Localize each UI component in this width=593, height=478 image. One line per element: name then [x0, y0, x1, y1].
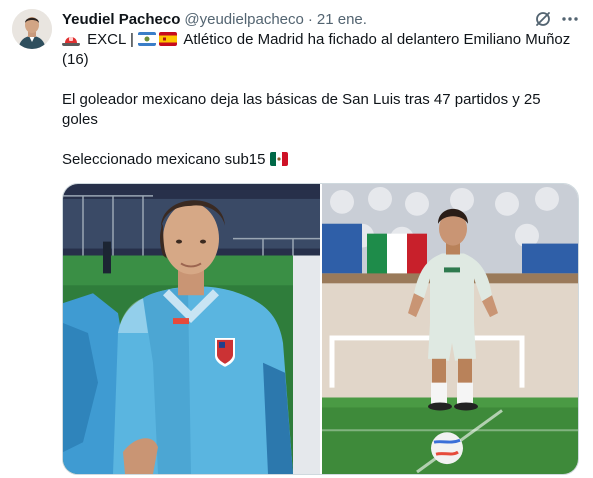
tweet-line-1: EXCL | Atlético de Madrid ha fichado al …	[62, 30, 582, 50]
siren-emoji-icon	[62, 32, 80, 46]
grok-icon[interactable]	[533, 9, 553, 29]
tweet-line-3: El goleador mexicano deja las básicas de…	[62, 91, 541, 108]
author-name[interactable]: Yeudiel Pacheco	[62, 11, 180, 28]
media-grid	[62, 183, 579, 475]
author-handle[interactable]: @yeudielpacheco	[184, 11, 303, 28]
tweet-line-4: goles	[62, 111, 98, 128]
tweet[interactable]: Yeudiel Pacheco @yeudielpacheco · 21 ene…	[0, 0, 593, 478]
avatar[interactable]	[12, 9, 52, 49]
separator-dot: ·	[307, 10, 313, 28]
tweet-line-1-part-b: Atlético de Madrid ha fichado al delante…	[180, 31, 571, 48]
san-luis-flag-emoji-icon	[138, 32, 157, 46]
tweet-line-5: Seleccionado mexicano sub15	[62, 150, 582, 170]
tweet-text: EXCL | Atlético de Madrid ha fichado al …	[62, 30, 582, 170]
spain-flag-emoji-icon	[159, 32, 178, 46]
photo-right[interactable]	[322, 184, 578, 474]
tweet-line-2: (16)	[62, 51, 89, 68]
tweet-header: Yeudiel Pacheco @yeudielpacheco · 21 ene…	[62, 9, 367, 29]
photo-left[interactable]	[63, 184, 320, 474]
tweet-line-1-part-a: EXCL |	[83, 31, 139, 48]
tweet-line-5-text: Seleccionado mexicano sub15	[62, 151, 270, 168]
more-options-icon[interactable]	[560, 9, 580, 29]
mexico-flag-emoji-icon	[269, 152, 288, 166]
timestamp[interactable]: 21 ene.	[317, 11, 367, 28]
